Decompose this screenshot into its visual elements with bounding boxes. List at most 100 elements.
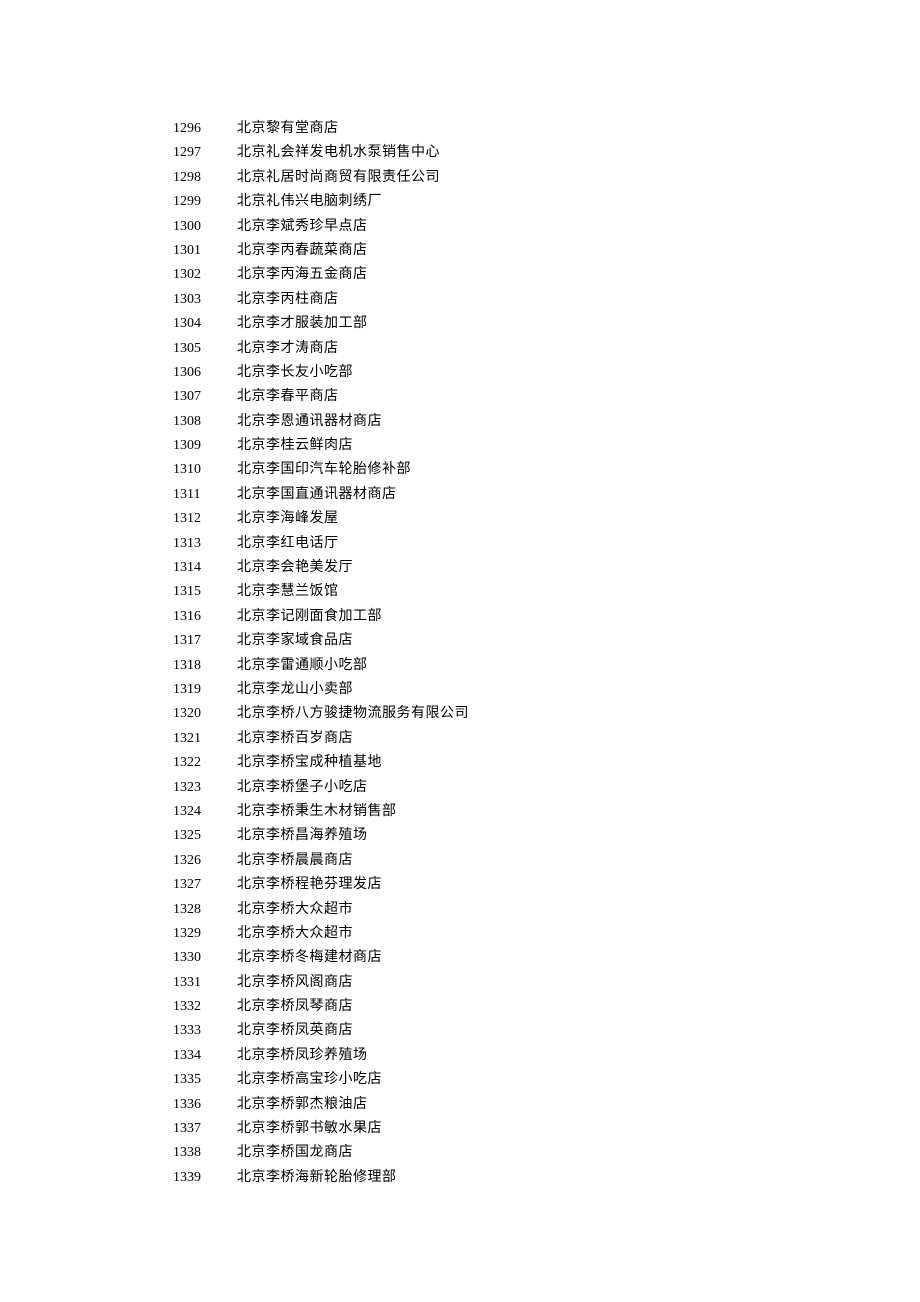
row-number: 1338 — [173, 1141, 213, 1165]
list-row: 1317 北京李家域食品店 — [0, 629, 920, 653]
list-row: 1299 北京礼伟兴电脑刺绣厂 — [0, 190, 920, 214]
row-name: 北京李桥冬梅建材商店 — [237, 946, 382, 970]
row-number: 1324 — [173, 800, 213, 824]
row-name: 北京李家域食品店 — [237, 629, 353, 653]
row-number: 1333 — [173, 1019, 213, 1043]
row-name: 北京李桥凤琴商店 — [237, 995, 353, 1019]
row-number: 1329 — [173, 922, 213, 946]
row-name: 北京李慧兰饭馆 — [237, 580, 339, 604]
row-name: 北京李才涛商店 — [237, 337, 339, 361]
row-name: 北京李桥宝成种植基地 — [237, 751, 382, 775]
list-row: 1310 北京李国印汽车轮胎修补部 — [0, 458, 920, 482]
list-row: 1303 北京李丙柱商店 — [0, 288, 920, 312]
row-number: 1334 — [173, 1044, 213, 1068]
list-row: 1329北京李桥大众超市 — [0, 922, 920, 946]
row-number: 1298 — [173, 166, 213, 190]
list-row: 1339 北京李桥海新轮胎修理部 — [0, 1166, 920, 1190]
row-number: 1297 — [173, 141, 213, 165]
row-number: 1302 — [173, 263, 213, 287]
list-row: 1309 北京李桂云鲜肉店 — [0, 434, 920, 458]
row-number: 1301 — [173, 239, 213, 263]
row-number: 1330 — [173, 946, 213, 970]
row-name: 北京李国印汽车轮胎修补部 — [237, 458, 411, 482]
list-row: 1322北京李桥宝成种植基地 — [0, 751, 920, 775]
row-number: 1306 — [173, 361, 213, 385]
list-row: 1311 北京李国直通讯器材商店 — [0, 483, 920, 507]
row-name: 北京李会艳美发厅 — [237, 556, 353, 580]
row-number: 1316 — [173, 605, 213, 629]
row-name: 北京礼居时尚商贸有限责任公司 — [237, 166, 440, 190]
row-name: 北京礼会祥发电机水泵销售中心 — [237, 141, 440, 165]
row-number: 1339 — [173, 1166, 213, 1190]
row-name: 北京李长友小吃部 — [237, 361, 353, 385]
row-name: 北京李桥海新轮胎修理部 — [237, 1166, 397, 1190]
list-row: 1305北京李才涛商店 — [0, 337, 920, 361]
row-number: 1326 — [173, 849, 213, 873]
row-number: 1327 — [173, 873, 213, 897]
row-name: 北京李桥凤英商店 — [237, 1019, 353, 1043]
row-number: 1337 — [173, 1117, 213, 1141]
row-name: 北京李桥程艳芬理发店 — [237, 873, 382, 897]
row-name: 北京李桥国龙商店 — [237, 1141, 353, 1165]
list-row: 1335北京李桥高宝珍小吃店 — [0, 1068, 920, 1092]
row-number: 1299 — [173, 190, 213, 214]
list-row: 1325北京李桥昌海养殖场 — [0, 824, 920, 848]
row-number: 1308 — [173, 410, 213, 434]
list-row: 1304北京李才服装加工部 — [0, 312, 920, 336]
row-number: 1317 — [173, 629, 213, 653]
row-number: 1310 — [173, 458, 213, 482]
list-row: 1316 北京李记刚面食加工部 — [0, 605, 920, 629]
row-number: 1325 — [173, 824, 213, 848]
row-number: 1296 — [173, 117, 213, 141]
row-number: 1309 — [173, 434, 213, 458]
row-number: 1307 — [173, 385, 213, 409]
list-row: 1302北京李丙海五金商店 — [0, 263, 920, 287]
row-name: 北京李桥凤珍养殖场 — [237, 1044, 368, 1068]
list-row: 1298 北京礼居时尚商贸有限责任公司 — [0, 166, 920, 190]
row-number: 1318 — [173, 654, 213, 678]
row-name: 北京李桥高宝珍小吃店 — [237, 1068, 382, 1092]
list-row: 1331北京李桥风阁商店 — [0, 971, 920, 995]
list-row: 1297 北京礼会祥发电机水泵销售中心 — [0, 141, 920, 165]
list-row: 1321北京李桥百岁商店 — [0, 727, 920, 751]
list-row: 1320北京李桥八方骏捷物流服务有限公司 — [0, 702, 920, 726]
row-name: 北京李桂云鲜肉店 — [237, 434, 353, 458]
list-row: 1314 北京李会艳美发厅 — [0, 556, 920, 580]
row-number: 1323 — [173, 776, 213, 800]
row-number: 1321 — [173, 727, 213, 751]
list-row: 1312北京李海峰发屋 — [0, 507, 920, 531]
row-number: 1332 — [173, 995, 213, 1019]
row-number: 1313 — [173, 532, 213, 556]
row-number: 1304 — [173, 312, 213, 336]
row-name: 北京李国直通讯器材商店 — [237, 483, 397, 507]
row-number: 1300 — [173, 215, 213, 239]
list-row: 1318 北京李雷通顺小吃部 — [0, 654, 920, 678]
list-row: 1328北京李桥大众超市 — [0, 898, 920, 922]
list-row: 1315北京李慧兰饭馆 — [0, 580, 920, 604]
row-number: 1311 — [173, 483, 213, 507]
row-name: 北京李桥大众超市 — [237, 898, 353, 922]
list-row: 1319北京李龙山小卖部 — [0, 678, 920, 702]
row-name: 北京李红电话厅 — [237, 532, 339, 556]
row-name: 北京李恩通讯器材商店 — [237, 410, 382, 434]
row-number: 1314 — [173, 556, 213, 580]
row-name: 北京李雷通顺小吃部 — [237, 654, 368, 678]
row-name: 北京李海峰发屋 — [237, 507, 339, 531]
row-number: 1303 — [173, 288, 213, 312]
list-row: 1323 北京李桥堡子小吃店 — [0, 776, 920, 800]
list-container: 1296北京黎有堂商店1297 北京礼会祥发电机水泵销售中心 1298 北京礼居时尚商… — [0, 117, 920, 1190]
row-number: 1320 — [173, 702, 213, 726]
row-number: 1336 — [173, 1093, 213, 1117]
row-name: 北京李丙柱商店 — [237, 288, 339, 312]
row-name: 北京李桥秉生木材销售部 — [237, 800, 397, 824]
row-name: 北京礼伟兴电脑刺绣厂 — [237, 190, 382, 214]
row-name: 北京李记刚面食加工部 — [237, 605, 382, 629]
list-row: 1308 北京李恩通讯器材商店 — [0, 410, 920, 434]
list-row: 1296北京黎有堂商店 — [0, 117, 920, 141]
row-name: 北京李桥风阁商店 — [237, 971, 353, 995]
row-name: 北京李桥堡子小吃店 — [237, 776, 368, 800]
list-row: 1307北京李春平商店 — [0, 385, 920, 409]
list-row: 1326北京李桥晨晨商店 — [0, 849, 920, 873]
list-row: 1337北京李桥郭书敏水果店 — [0, 1117, 920, 1141]
row-name: 北京李龙山小卖部 — [237, 678, 353, 702]
